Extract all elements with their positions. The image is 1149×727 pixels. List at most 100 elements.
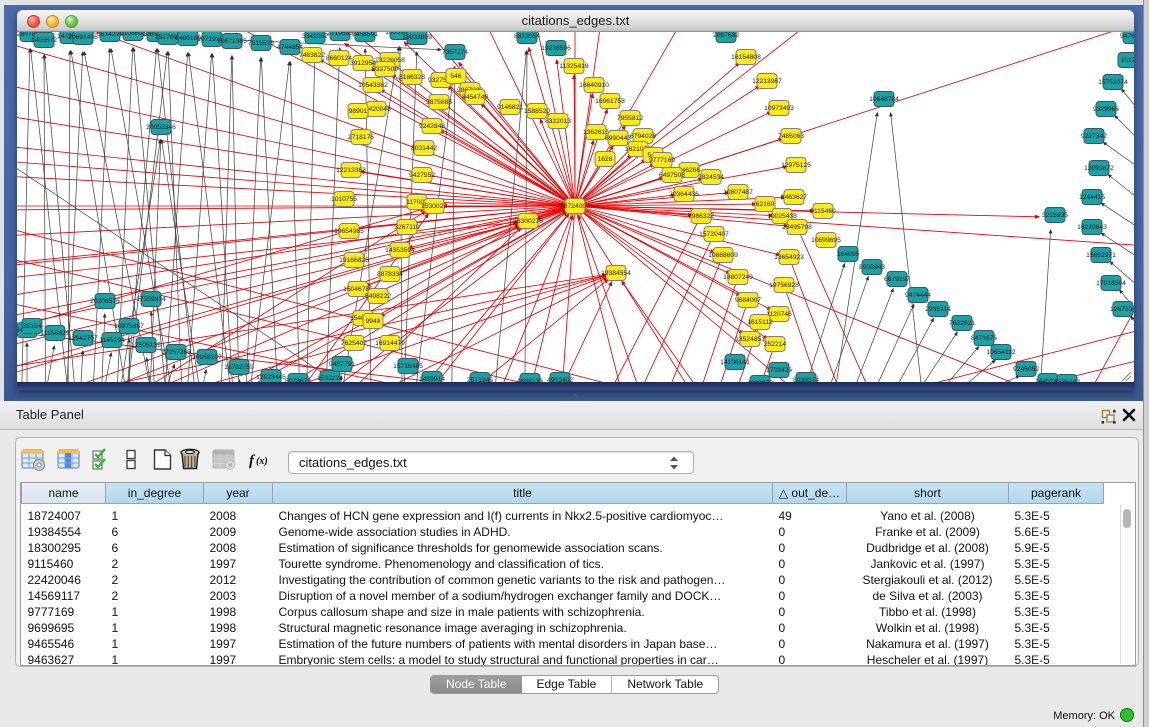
svg-text:17016504: 17016504 <box>1096 280 1126 287</box>
svg-text:16033809: 16033809 <box>402 34 432 41</box>
svg-text:7625402: 7625402 <box>341 340 367 347</box>
svg-text:16914479: 16914479 <box>375 340 405 347</box>
svg-text:14353594: 14353594 <box>385 247 415 254</box>
svg-text:10699695: 10699695 <box>811 237 841 244</box>
svg-text:19166825: 19166825 <box>339 257 369 264</box>
svg-text:8813054: 8813054 <box>514 33 540 40</box>
svg-text:12213967: 12213967 <box>752 78 782 85</box>
svg-text:15692971: 15692971 <box>1086 252 1116 259</box>
svg-text:7515526: 7515526 <box>248 40 274 47</box>
svg-text:5498222: 5498222 <box>365 293 391 300</box>
svg-text:1244415: 1244415 <box>1079 194 1105 201</box>
svg-text:1533224: 1533224 <box>317 375 343 382</box>
svg-text:6794028: 6794028 <box>630 133 656 140</box>
svg-text:13654923: 13654923 <box>774 254 804 261</box>
svg-text:16640910: 16640910 <box>579 82 609 89</box>
svg-text:10975887: 10975887 <box>114 323 144 330</box>
svg-text:10648784: 10648784 <box>869 96 899 103</box>
svg-text:1010755: 1010755 <box>331 196 357 203</box>
svg-text:2718176: 2718176 <box>348 134 374 141</box>
svg-text:10025438: 10025438 <box>767 213 797 220</box>
svg-text:1588520: 1588520 <box>524 108 550 115</box>
svg-text:f: f <box>249 453 256 469</box>
svg-text:23495798: 23495798 <box>782 224 812 231</box>
svg-text:1512: 1512 <box>1121 57 1134 64</box>
svg-text:19218506: 19218506 <box>541 45 571 52</box>
svg-text:16961758: 16961758 <box>595 98 625 105</box>
svg-text:16154808: 16154808 <box>731 54 761 61</box>
svg-text:20691406: 20691406 <box>68 34 98 41</box>
svg-text:39154: 39154 <box>23 323 42 330</box>
svg-text:6497508: 6497508 <box>659 172 685 179</box>
svg-text:7986322: 7986322 <box>688 213 714 220</box>
svg-text:9777169: 9777169 <box>649 157 675 164</box>
svg-text:17957265: 17957265 <box>161 349 191 356</box>
svg-text:9115460: 9115460 <box>810 208 836 215</box>
svg-text:98901: 98901 <box>349 108 368 115</box>
svg-text:62160: 62160 <box>756 201 775 208</box>
svg-text:8878334: 8878334 <box>377 271 403 278</box>
svg-text:1405572: 1405572 <box>31 37 57 44</box>
svg-text:7485063: 7485063 <box>778 133 804 140</box>
svg-text:9227342: 9227342 <box>1081 133 1107 140</box>
svg-text:19654985: 19654985 <box>334 228 364 235</box>
svg-text:19756928: 19756928 <box>769 282 799 289</box>
svg-text:6679197: 6679197 <box>884 276 910 283</box>
svg-text:12213363: 12213363 <box>336 167 366 174</box>
svg-text:2935114: 2935114 <box>925 306 951 313</box>
svg-text:3341057: 3341057 <box>302 33 328 40</box>
svg-text:14136141: 14136141 <box>720 359 750 366</box>
svg-text:12923445: 12923445 <box>256 374 286 381</box>
svg-text:20206576: 20206576 <box>90 298 120 305</box>
svg-text:11156829: 11156829 <box>41 330 70 337</box>
svg-text:7357274: 7357274 <box>442 49 468 56</box>
svg-text:8322013: 8322013 <box>545 118 571 125</box>
svg-text:9457791: 9457791 <box>329 361 355 368</box>
svg-text:8990443: 8990443 <box>605 135 631 142</box>
svg-text:11325419: 11325419 <box>559 63 589 70</box>
svg-text:1530027: 1530027 <box>421 203 447 210</box>
svg-text:17359934: 17359934 <box>136 296 166 303</box>
svg-text:10671385: 10671385 <box>217 38 247 45</box>
svg-text:16210643: 16210643 <box>1077 224 1107 231</box>
svg-text:15716485: 15716485 <box>393 363 423 370</box>
svg-text:12505135: 12505135 <box>131 342 161 349</box>
svg-text:(x): (x) <box>256 456 268 467</box>
svg-text:10654112: 10654112 <box>986 349 1016 356</box>
svg-text:8660124: 8660124 <box>326 55 352 62</box>
svg-text:7632621: 7632621 <box>949 320 975 327</box>
svg-text:12942757: 12942757 <box>68 335 98 342</box>
svg-text:25300275: 25300275 <box>513 218 543 225</box>
svg-text:3875685: 3875685 <box>426 99 452 106</box>
svg-text:9242848: 9242848 <box>419 123 445 130</box>
svg-text:9684007: 9684007 <box>735 297 761 304</box>
svg-text:18807249: 18807249 <box>723 274 753 281</box>
svg-text:3215935: 3215935 <box>1042 212 1068 219</box>
svg-text:8186328: 8186328 <box>399 74 425 81</box>
svg-text:10958107: 10958107 <box>192 354 222 361</box>
svg-text:10688609: 10688609 <box>708 252 738 259</box>
svg-text:13524851: 13524851 <box>735 336 765 343</box>
svg-text:1145194: 1145194 <box>99 337 125 344</box>
svg-text:2458591: 2458591 <box>352 31 378 38</box>
svg-text:1267534: 1267534 <box>1110 306 1134 313</box>
svg-text:546: 546 <box>450 73 461 80</box>
svg-text:12975125: 12975125 <box>781 162 811 169</box>
svg-text:15751074: 15751074 <box>1098 79 1128 86</box>
svg-text:18724007: 18724007 <box>560 203 590 210</box>
svg-text:15720407: 15720407 <box>699 231 729 238</box>
svg-text:164095: 164095 <box>837 251 860 258</box>
svg-text:3267110: 3267110 <box>394 224 420 231</box>
svg-text:12093872: 12093872 <box>1084 165 1114 172</box>
svg-text:8031442: 8031442 <box>411 145 437 152</box>
svg-text:9327509: 9327509 <box>372 66 398 73</box>
svg-text:1626: 1626 <box>598 156 613 163</box>
svg-text:16782759: 16782759 <box>224 364 254 371</box>
svg-text:9245052: 9245052 <box>1013 366 1039 373</box>
svg-text:9948: 9948 <box>366 318 381 325</box>
svg-text:3824534: 3824534 <box>698 174 724 181</box>
svg-text:9474444: 9474444 <box>905 292 931 299</box>
svg-text:7463822: 7463822 <box>299 52 325 59</box>
svg-text:2087682: 2087682 <box>713 32 739 39</box>
svg-text:9146821: 9146821 <box>497 104 523 111</box>
